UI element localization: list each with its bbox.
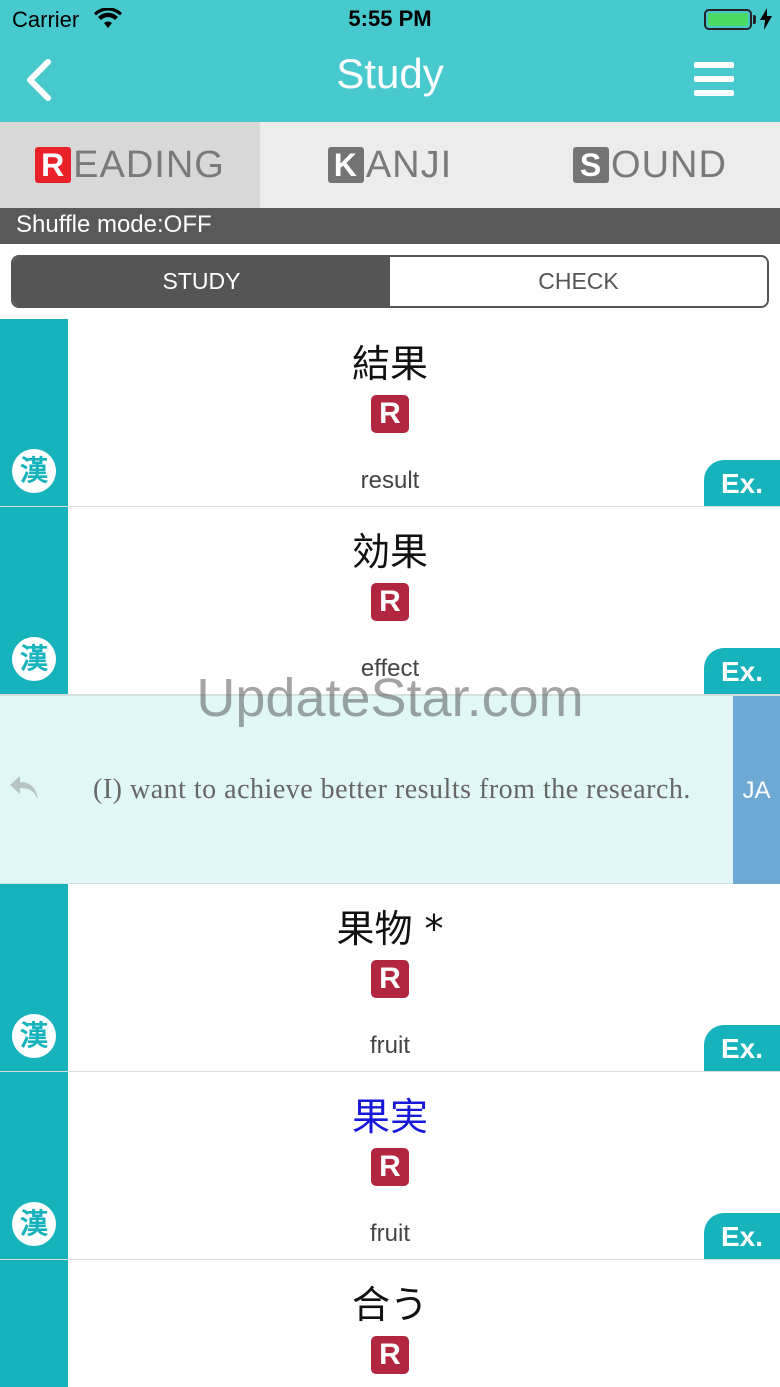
tab-reading-label: EADING bbox=[73, 143, 225, 186]
list-item[interactable]: 漢 効果 R effect Ex. bbox=[0, 507, 780, 695]
row-strip bbox=[0, 1260, 68, 1387]
page-title: Study bbox=[336, 50, 444, 97]
charging-bolt-icon bbox=[760, 8, 772, 30]
tab-sound-label: OUND bbox=[611, 143, 727, 186]
reading-badge[interactable]: R bbox=[371, 960, 409, 998]
status-bar: Carrier 5:55 PM bbox=[0, 0, 780, 40]
shuffle-mode-bar[interactable]: Shuffle mode:OFF bbox=[0, 208, 780, 244]
tab-reading[interactable]: R EADING bbox=[0, 122, 260, 208]
undo-arrow-icon[interactable] bbox=[8, 774, 42, 802]
vocab-meaning: result bbox=[360, 467, 420, 494]
vocab-meaning: fruit bbox=[369, 1220, 410, 1247]
reading-badge[interactable]: R bbox=[371, 1336, 409, 1374]
list-item[interactable]: 漢 結果 R result Ex. bbox=[0, 319, 780, 507]
vocab-word: 果実 bbox=[351, 1095, 428, 1139]
list-item[interactable]: 合う R bbox=[0, 1260, 780, 1387]
list-item[interactable]: 漢 果実 R fruit Ex. bbox=[0, 1072, 780, 1260]
nav-header: Carrier 5:55 PM Study bbox=[0, 0, 780, 122]
example-button[interactable]: Ex. bbox=[704, 1025, 780, 1071]
kanji-detail-icon[interactable]: 漢 bbox=[12, 1202, 56, 1246]
example-button[interactable]: Ex. bbox=[704, 648, 780, 694]
example-sentence-text: (I) want to achieve better results from … bbox=[93, 774, 691, 805]
kanji-detail-icon[interactable]: 漢 bbox=[12, 449, 56, 493]
vocab-word: 果物 * bbox=[336, 907, 444, 951]
vocab-meaning: effect bbox=[360, 655, 420, 682]
vocab-meaning: fruit bbox=[369, 1032, 410, 1059]
example-button[interactable]: Ex. bbox=[704, 1213, 780, 1259]
battery-tip bbox=[753, 15, 756, 24]
status-time: 5:55 PM bbox=[348, 6, 432, 31]
mode-tabs: R EADING K ANJI S OUND bbox=[0, 122, 780, 208]
hamburger-menu-icon[interactable] bbox=[694, 62, 734, 96]
kanji-detail-icon[interactable]: 漢 bbox=[12, 637, 56, 681]
tab-kanji-cap: K bbox=[327, 147, 364, 183]
study-segment[interactable]: STUDY bbox=[13, 257, 390, 306]
vocab-word: 結果 bbox=[351, 342, 428, 386]
check-segment[interactable]: CHECK bbox=[390, 257, 767, 306]
tab-sound-cap: S bbox=[573, 147, 610, 183]
battery-icon bbox=[704, 9, 752, 30]
vocab-word: 合う bbox=[351, 1283, 428, 1327]
reading-badge[interactable]: R bbox=[371, 583, 409, 621]
tab-sound[interactable]: S OUND bbox=[520, 122, 780, 208]
example-sentence-panel: (I) want to achieve better results from … bbox=[0, 695, 780, 885]
reading-badge[interactable]: R bbox=[371, 1148, 409, 1186]
tab-reading-cap: R bbox=[35, 147, 72, 183]
vocab-word: 効果 bbox=[351, 530, 428, 574]
list-item[interactable]: 漢 果物 * R fruit Ex. bbox=[0, 884, 780, 1072]
study-check-segmented-control: STUDY CHECK bbox=[11, 255, 769, 308]
japanese-toggle-button[interactable]: JA bbox=[733, 696, 780, 885]
tab-kanji[interactable]: K ANJI bbox=[260, 122, 520, 208]
kanji-detail-icon[interactable]: 漢 bbox=[12, 1014, 56, 1058]
tab-kanji-label: ANJI bbox=[365, 143, 453, 186]
reading-badge[interactable]: R bbox=[371, 395, 409, 433]
example-button[interactable]: Ex. bbox=[704, 460, 780, 506]
